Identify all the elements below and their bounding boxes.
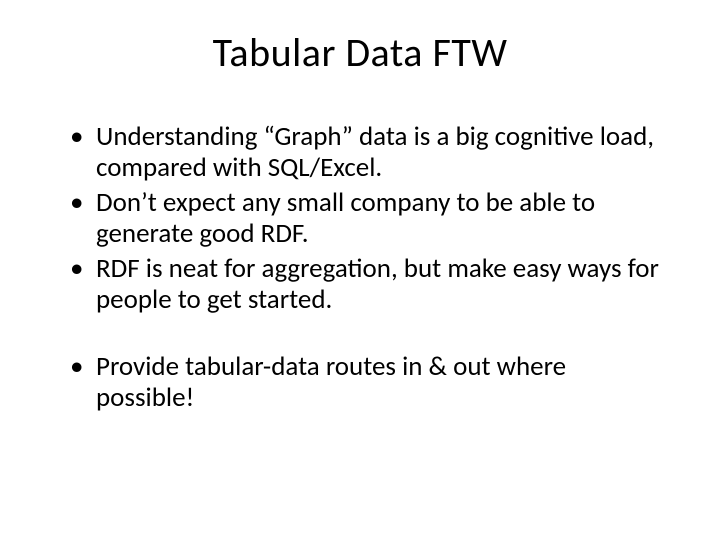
bullet-item: Provide tabular-data routes in & out whe… [70, 351, 670, 413]
bullet-list: Understanding “Graph” data is a big cogn… [50, 121, 670, 413]
slide-title: Tabular Data FTW [50, 28, 670, 77]
bullet-item: Understanding “Graph” data is a big cogn… [70, 121, 670, 183]
bullet-item: Don’t expect any small company to be abl… [70, 187, 670, 249]
bullet-item: RDF is neat for aggregation, but make ea… [70, 253, 670, 315]
bullet-spacer [70, 319, 670, 351]
